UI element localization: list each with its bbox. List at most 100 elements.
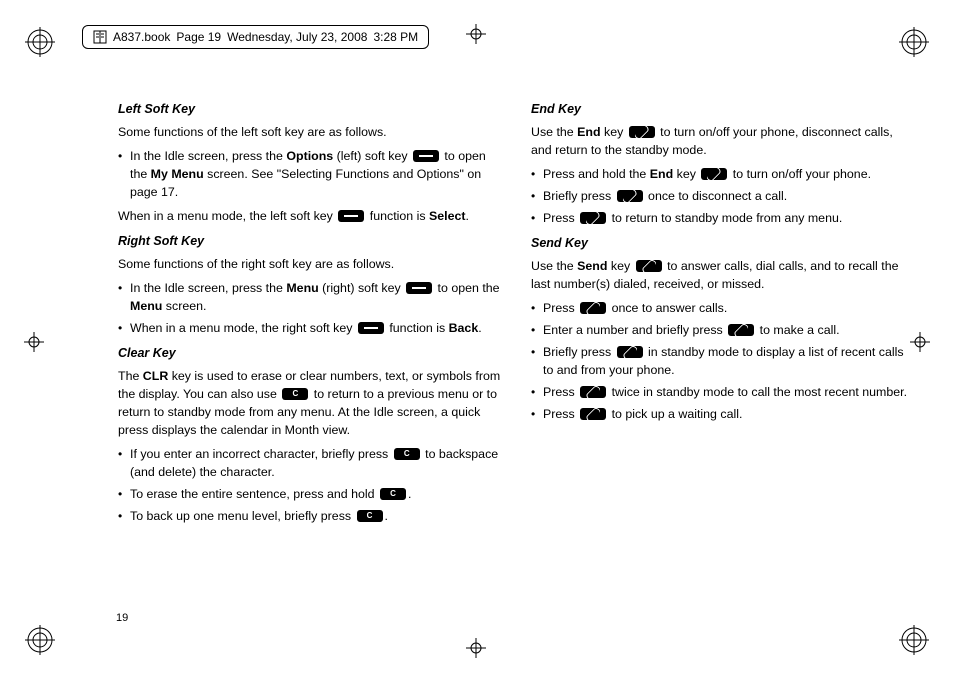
bold-text: CLR xyxy=(143,369,168,383)
text: key xyxy=(601,125,627,139)
text: twice in standby mode to call the most r… xyxy=(608,385,907,399)
send-key-icon xyxy=(617,346,643,358)
heading-end-key: End Key xyxy=(531,100,914,118)
send-key-icon xyxy=(580,302,606,314)
register-mark-icon xyxy=(466,24,486,44)
text: To erase the entire sentence, press and … xyxy=(130,487,378,501)
text: Use the xyxy=(531,125,577,139)
clear-key-icon xyxy=(380,488,406,500)
text: Briefly press xyxy=(543,189,615,203)
body-text: Some functions of the left soft key are … xyxy=(118,124,501,142)
text: . xyxy=(478,321,481,335)
list-item: Press and hold the End key to turn on/of… xyxy=(531,166,914,184)
soft-key-icon xyxy=(338,210,364,222)
right-column: End Key Use the End key to turn on/off y… xyxy=(531,94,914,622)
body-text: When in a menu mode, the left soft key f… xyxy=(118,208,501,226)
text: to make a call. xyxy=(756,323,839,337)
text: . xyxy=(408,487,411,501)
text: In the Idle screen, press the xyxy=(130,149,286,163)
send-key-icon xyxy=(580,386,606,398)
end-key-icon xyxy=(629,126,655,138)
crop-mark-top-right xyxy=(899,27,929,57)
bullet-list: If you enter an incorrect character, bri… xyxy=(118,446,501,526)
body-text: Some functions of the right soft key are… xyxy=(118,256,501,274)
list-item: In the Idle screen, press the Menu (righ… xyxy=(118,280,501,316)
send-key-icon xyxy=(636,260,662,272)
heading-send-key: Send Key xyxy=(531,234,914,252)
heading-clear-key: Clear Key xyxy=(118,344,501,362)
crop-mark-bottom-left xyxy=(25,625,55,655)
list-item: Briefly press in standby mode to display… xyxy=(531,344,914,380)
list-item: Press to pick up a waiting call. xyxy=(531,406,914,424)
send-key-icon xyxy=(728,324,754,336)
text: to return to standby mode from any menu. xyxy=(608,211,842,225)
page-content: Left Soft Key Some functions of the left… xyxy=(118,94,914,622)
header-page: Page 19 xyxy=(176,30,221,44)
bold-text: Back xyxy=(449,321,479,335)
list-item: Press twice in standby mode to call the … xyxy=(531,384,914,402)
text: function is xyxy=(386,321,449,335)
list-item: Briefly press once to disconnect a call. xyxy=(531,188,914,206)
text: (left) soft key xyxy=(333,149,411,163)
text: . xyxy=(385,509,388,523)
bullet-list: In the Idle screen, press the Options (l… xyxy=(118,148,501,202)
list-item: To back up one menu level, briefly press… xyxy=(118,508,501,526)
text: Press and hold the xyxy=(543,167,650,181)
list-item: To erase the entire sentence, press and … xyxy=(118,486,501,504)
register-mark-icon xyxy=(24,332,44,352)
text: If you enter an incorrect character, bri… xyxy=(130,447,392,461)
bold-text: Menu xyxy=(286,281,318,295)
list-item: If you enter an incorrect character, bri… xyxy=(118,446,501,482)
text: The xyxy=(118,369,143,383)
bold-text: Select xyxy=(429,209,466,223)
bold-text: End xyxy=(650,167,673,181)
text: To back up one menu level, briefly press xyxy=(130,509,355,523)
list-item: Press to return to standby mode from any… xyxy=(531,210,914,228)
text: Briefly press xyxy=(543,345,615,359)
header-file: A837.book xyxy=(113,30,170,44)
soft-key-icon xyxy=(406,282,432,294)
text: Press xyxy=(543,407,578,421)
register-mark-icon xyxy=(466,638,486,658)
page-header-box: A837.book Page 19 Wednesday, July 23, 20… xyxy=(82,25,429,49)
text: to pick up a waiting call. xyxy=(608,407,742,421)
bullet-list: Press and hold the End key to turn on/of… xyxy=(531,166,914,228)
text: Enter a number and briefly press xyxy=(543,323,726,337)
text: key xyxy=(673,167,699,181)
bold-text: Options xyxy=(286,149,333,163)
bullet-list: In the Idle screen, press the Menu (righ… xyxy=(118,280,501,338)
text: Press xyxy=(543,211,578,225)
header-time: 3:28 PM xyxy=(373,30,418,44)
heading-right-soft-key: Right Soft Key xyxy=(118,232,501,250)
list-item: In the Idle screen, press the Options (l… xyxy=(118,148,501,202)
body-text: Use the Send key to answer calls, dial c… xyxy=(531,258,914,294)
bold-text: Menu xyxy=(130,299,162,313)
soft-key-icon xyxy=(413,150,439,162)
body-text: The CLR key is used to erase or clear nu… xyxy=(118,368,501,440)
soft-key-icon xyxy=(358,322,384,334)
text: to turn on/off your phone. xyxy=(729,167,871,181)
text: . xyxy=(466,209,469,223)
clear-key-icon xyxy=(394,448,420,460)
bold-text: Send xyxy=(577,259,607,273)
text: (right) soft key xyxy=(319,281,404,295)
end-key-icon xyxy=(701,168,727,180)
text: When in a menu mode, the left soft key xyxy=(118,209,336,223)
list-item: Enter a number and briefly press to make… xyxy=(531,322,914,340)
list-item: When in a menu mode, the right soft key … xyxy=(118,320,501,338)
body-text: Use the End key to turn on/off your phon… xyxy=(531,124,914,160)
page-number: 19 xyxy=(116,612,128,624)
text: once to answer calls. xyxy=(608,301,727,315)
text: Press xyxy=(543,301,578,315)
text: Use the xyxy=(531,259,577,273)
text: function is xyxy=(366,209,429,223)
heading-left-soft-key: Left Soft Key xyxy=(118,100,501,118)
text: to open the xyxy=(434,281,499,295)
book-icon xyxy=(93,30,107,44)
left-column: Left Soft Key Some functions of the left… xyxy=(118,94,501,622)
header-date: Wednesday, July 23, 2008 xyxy=(227,30,367,44)
crop-mark-top-left xyxy=(25,27,55,57)
bullet-list: Press once to answer calls. Enter a numb… xyxy=(531,300,914,424)
text: key xyxy=(607,259,633,273)
clear-key-icon xyxy=(357,510,383,522)
